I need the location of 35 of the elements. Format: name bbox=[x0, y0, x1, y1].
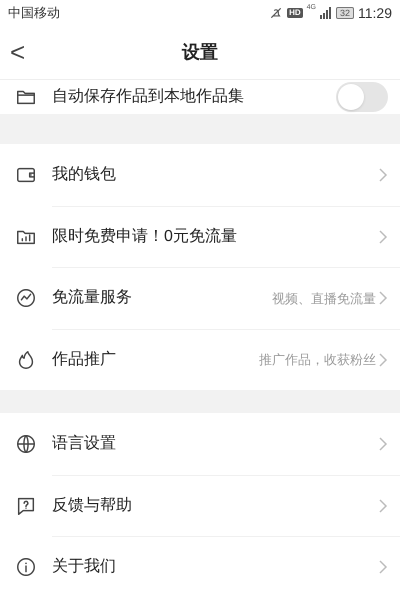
settings-row[interactable]: 我的钱包 bbox=[0, 144, 400, 206]
signal-icon bbox=[320, 7, 332, 19]
page-title: 设置 bbox=[182, 41, 218, 64]
clock-time: 11:29 bbox=[358, 4, 392, 22]
battery-indicator: 32 bbox=[336, 7, 354, 19]
chevron-icon bbox=[378, 436, 388, 452]
chevron-icon bbox=[378, 228, 388, 245]
setting-label: 我的钱包 bbox=[52, 164, 117, 185]
chevron-icon bbox=[378, 352, 388, 368]
setting-label: 语言设置 bbox=[52, 434, 117, 454]
chevron-icon bbox=[378, 559, 388, 576]
settings-row[interactable]: 免流量服务 视频、直播免流量 bbox=[52, 267, 400, 328]
globe-icon bbox=[15, 432, 37, 455]
settings-row[interactable]: 关于我们 bbox=[52, 536, 400, 598]
carrier-name: 中国移动 bbox=[8, 4, 60, 22]
setting-label: 免流量服务 bbox=[52, 288, 133, 308]
chevron-icon bbox=[378, 290, 388, 306]
settings-row[interactable]: 语言设置 bbox=[0, 413, 400, 474]
setting-label: 反馈与帮助 bbox=[52, 496, 133, 516]
info-icon bbox=[15, 556, 37, 578]
settings-row[interactable]: 限时免费申请！0元免流量 bbox=[52, 206, 400, 267]
hd-badge: HD bbox=[287, 8, 303, 18]
chevron-icon bbox=[378, 166, 388, 183]
trend-circle-icon bbox=[15, 287, 37, 310]
setting-label: 作品推广 bbox=[52, 350, 117, 370]
toggle-switch[interactable] bbox=[336, 82, 388, 112]
chevron-icon bbox=[378, 498, 388, 514]
setting-hint: 推广作品，收获粉丝 bbox=[259, 351, 376, 369]
setting-hint: 视频、直播免流量 bbox=[272, 290, 376, 308]
setting-label: 自动保存作品到本地作品集 bbox=[52, 86, 245, 107]
mute-icon bbox=[269, 6, 284, 20]
setting-label: 关于我们 bbox=[52, 556, 117, 578]
setting-label: 限时免费申请！0元免流量 bbox=[52, 226, 238, 247]
settings-row[interactable]: 反馈与帮助 bbox=[52, 474, 400, 536]
back-button[interactable]: < bbox=[10, 38, 26, 66]
